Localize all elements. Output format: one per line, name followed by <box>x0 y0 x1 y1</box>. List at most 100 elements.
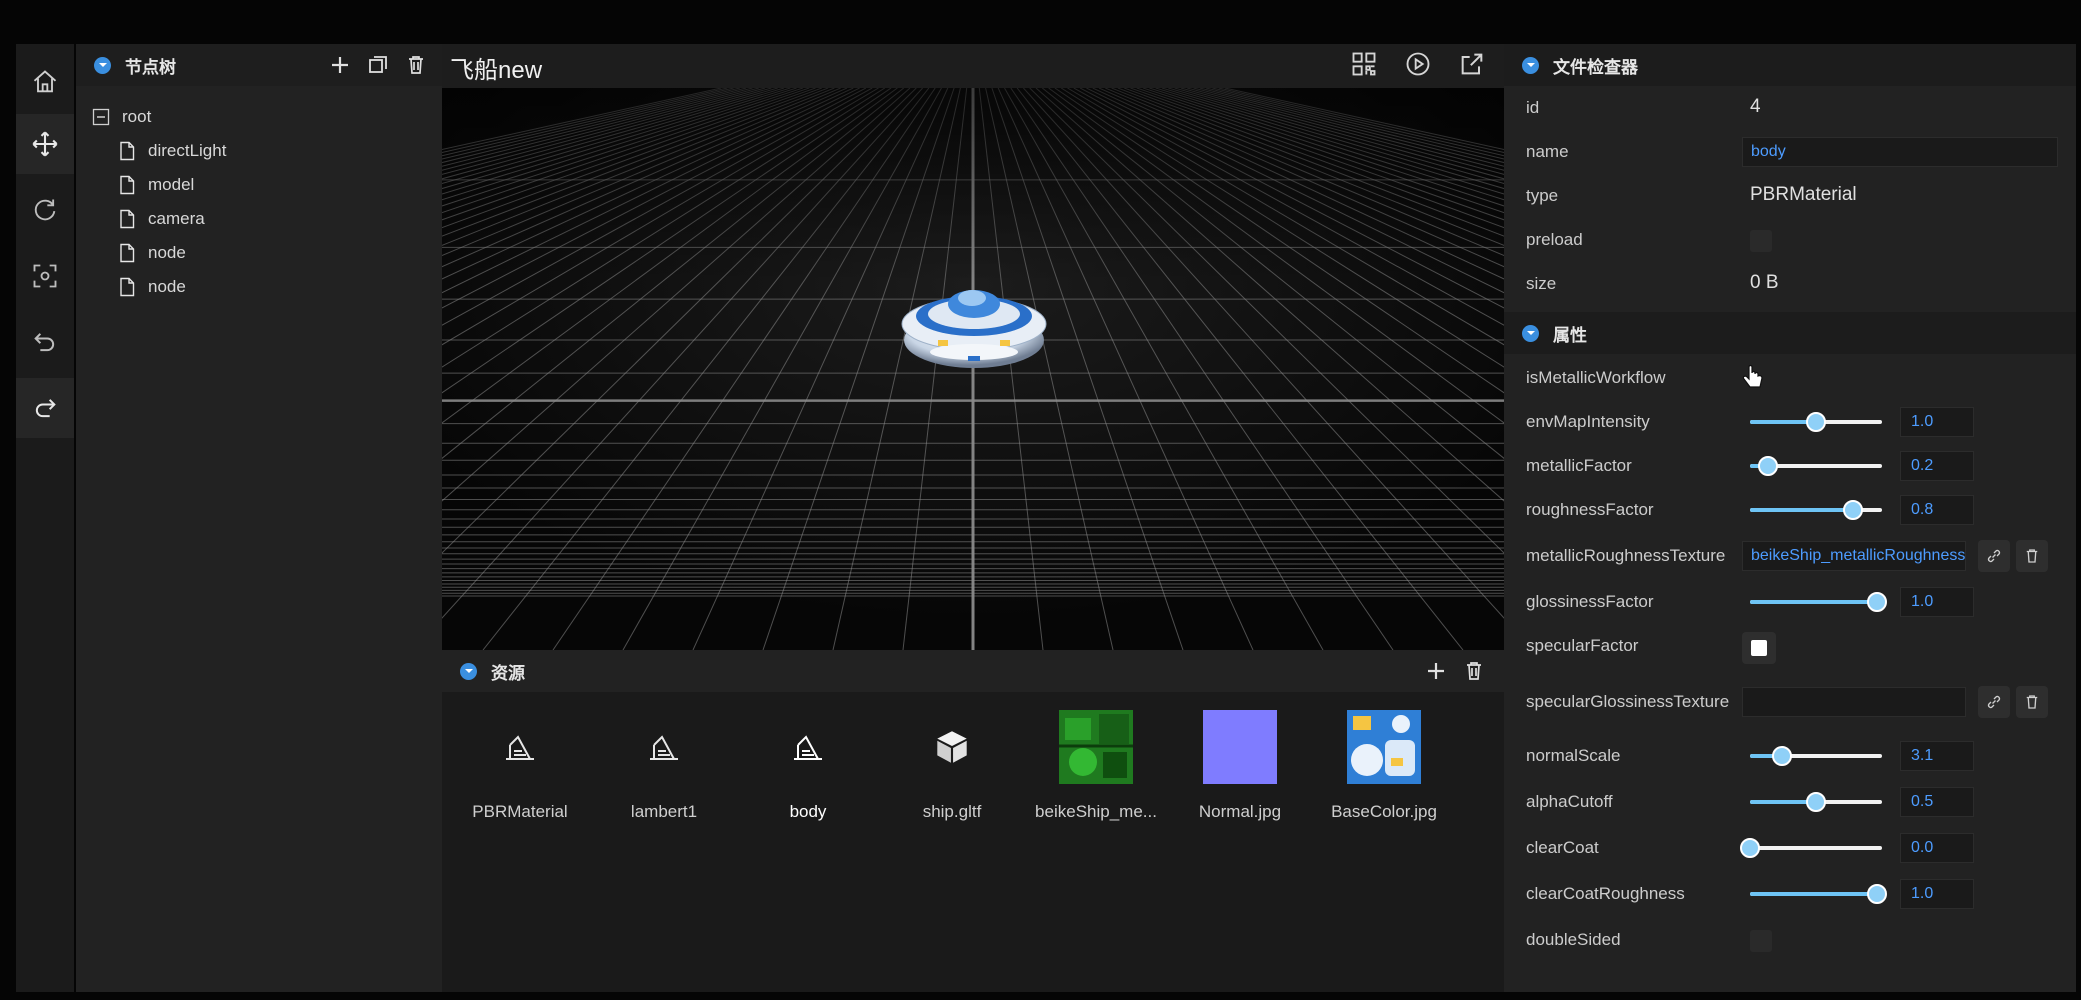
tree-node-label: root <box>122 107 152 126</box>
add-icon[interactable] <box>328 53 352 77</box>
prop-label: metallicRoughnessTexture <box>1526 546 1726 565</box>
specular-color-swatch[interactable] <box>1742 632 1776 664</box>
collapse-icon[interactable] <box>1522 324 1539 342</box>
prop-label: normalScale <box>1526 746 1621 765</box>
scale-tool-button[interactable] <box>16 246 74 306</box>
prop-specularglossinesstexture: specularGlossinessTexture <box>1504 680 2076 724</box>
prop-glossinessfactor: glossinessFactor 1.0 <box>1504 580 2076 624</box>
prop-label: specularGlossinessTexture <box>1526 692 1730 711</box>
glossinessfactor-input[interactable]: 1.0 <box>1900 587 1974 617</box>
trash-icon[interactable] <box>404 53 428 77</box>
asset-item[interactable]: PBRMaterial <box>450 710 590 830</box>
slider-handle[interactable] <box>1842 500 1863 520</box>
tree-node-camera[interactable]: camera <box>118 204 205 234</box>
undo-button[interactable] <box>16 312 74 372</box>
envmapintensity-slider[interactable] <box>1750 412 1882 432</box>
preload-checkbox[interactable] <box>1750 230 1772 252</box>
3d-scene-canvas[interactable] <box>442 88 1504 650</box>
prop-id: id 4 <box>1504 86 2076 130</box>
collapse-icon[interactable] <box>1522 56 1539 74</box>
specularglossinesstexture-input[interactable] <box>1742 687 1966 717</box>
tree-node-label: directLight <box>148 141 227 160</box>
prop-label: roughnessFactor <box>1526 500 1654 519</box>
slider-handle[interactable] <box>1806 412 1826 432</box>
prop-label: clearCoatRoughness <box>1526 884 1685 903</box>
slider-handle[interactable] <box>1758 456 1779 476</box>
asset-item[interactable]: body <box>738 710 878 830</box>
prop-label: name <box>1526 142 1569 161</box>
tree-node-label: model <box>148 175 195 194</box>
clear-texture-button[interactable] <box>2016 540 2048 572</box>
normalscale-slider[interactable] <box>1750 746 1882 766</box>
clearcoatroughness-input[interactable]: 1.0 <box>1900 879 1974 909</box>
play-icon[interactable] <box>1404 50 1432 78</box>
name-input[interactable]: body <box>1742 137 2058 167</box>
asset-label: ship.gltf <box>922 802 982 821</box>
roughnessfactor-input[interactable]: 0.8 <box>1900 495 1974 525</box>
asset-item[interactable]: Normal.jpg <box>1170 710 1310 830</box>
metallicfactor-input[interactable]: 0.2 <box>1900 451 1974 481</box>
qr-code-icon[interactable] <box>1350 50 1378 78</box>
link-button[interactable] <box>1978 686 2010 718</box>
slider-handle[interactable] <box>1806 792 1826 812</box>
attributes-title: 属性 <box>1553 325 1587 345</box>
doublesided-checkbox[interactable] <box>1750 930 1772 952</box>
asset-item[interactable]: BaseColor.jpg <box>1314 710 1454 830</box>
prop-label: isMetallicWorkflow <box>1526 368 1666 387</box>
tree-node-model[interactable]: model <box>118 170 194 200</box>
alphacutoff-input[interactable]: 0.5 <box>1900 787 1974 817</box>
alphacutoff-slider[interactable] <box>1750 792 1882 812</box>
asset-item[interactable]: lambert1 <box>594 710 734 830</box>
add-icon[interactable] <box>1424 659 1448 683</box>
hand-cursor-icon <box>1742 364 1763 388</box>
normalscale-input[interactable]: 3.1 <box>1900 741 1974 771</box>
collapse-icon[interactable] <box>460 662 477 680</box>
clear-texture-button[interactable] <box>2016 686 2048 718</box>
asset-label: PBRMaterial <box>472 802 568 821</box>
move-tool-button[interactable] <box>16 114 74 174</box>
copy-icon[interactable] <box>366 53 390 77</box>
slider-handle[interactable] <box>1740 838 1760 858</box>
prop-label: specularFactor <box>1526 636 1639 655</box>
slider-handle[interactable] <box>1866 592 1887 612</box>
attributes-header: 属性 <box>1504 312 2076 354</box>
file-icon <box>120 243 135 263</box>
home-button[interactable] <box>16 52 74 112</box>
envmapintensity-input[interactable]: 1.0 <box>1900 407 1974 437</box>
trash-icon[interactable] <box>1462 659 1486 683</box>
clearcoat-input[interactable]: 0.0 <box>1900 833 1974 863</box>
scale-icon <box>33 264 57 288</box>
viewport-header: 飞船new <box>442 44 1504 88</box>
asset-item[interactable]: ship.gltf <box>882 710 1022 830</box>
prop-label: type <box>1526 186 1559 205</box>
asset-item[interactable]: beikeShip_me... <box>1026 710 1166 830</box>
asset-label: Normal.jpg <box>1198 802 1282 821</box>
tree-node-directlight[interactable]: directLight <box>118 136 226 166</box>
tree-node-root[interactable]: root <box>92 102 151 132</box>
move-icon <box>32 131 58 157</box>
roughnessfactor-slider[interactable] <box>1750 500 1882 520</box>
metallicroughnesstexture-input[interactable]: beikeShip_metallicRoughness <box>1742 541 1966 571</box>
collapse-square-icon[interactable] <box>92 107 110 127</box>
prop-label: doubleSided <box>1526 930 1621 949</box>
assets-header: 资源 <box>442 650 1504 692</box>
prop-roughnessfactor: roughnessFactor 0.8 <box>1504 488 2076 532</box>
prop-clearcoat: clearCoat 0.0 <box>1504 826 2076 870</box>
node-tree-panel: 节点树 root directLight model camera node n… <box>76 44 442 992</box>
glossinessfactor-slider[interactable] <box>1750 592 1887 612</box>
redo-button[interactable] <box>16 378 74 438</box>
export-icon[interactable] <box>1458 50 1486 78</box>
rotate-tool-button[interactable] <box>16 180 74 240</box>
undo-icon <box>34 333 55 352</box>
tree-node-node[interactable]: node <box>118 238 186 268</box>
prop-ismetallicworkflow: isMetallicWorkflow <box>1504 356 2076 400</box>
slider-handle[interactable] <box>1866 884 1887 904</box>
link-button[interactable] <box>1978 540 2010 572</box>
metallicfactor-slider[interactable] <box>1750 456 1882 476</box>
slider-handle[interactable] <box>1771 746 1792 766</box>
clearcoat-slider[interactable] <box>1740 838 1882 858</box>
clearcoatroughness-slider[interactable] <box>1750 884 1887 904</box>
tree-node-node-2[interactable]: node <box>118 272 186 302</box>
material-icon <box>650 735 678 760</box>
collapse-icon[interactable] <box>94 56 111 74</box>
